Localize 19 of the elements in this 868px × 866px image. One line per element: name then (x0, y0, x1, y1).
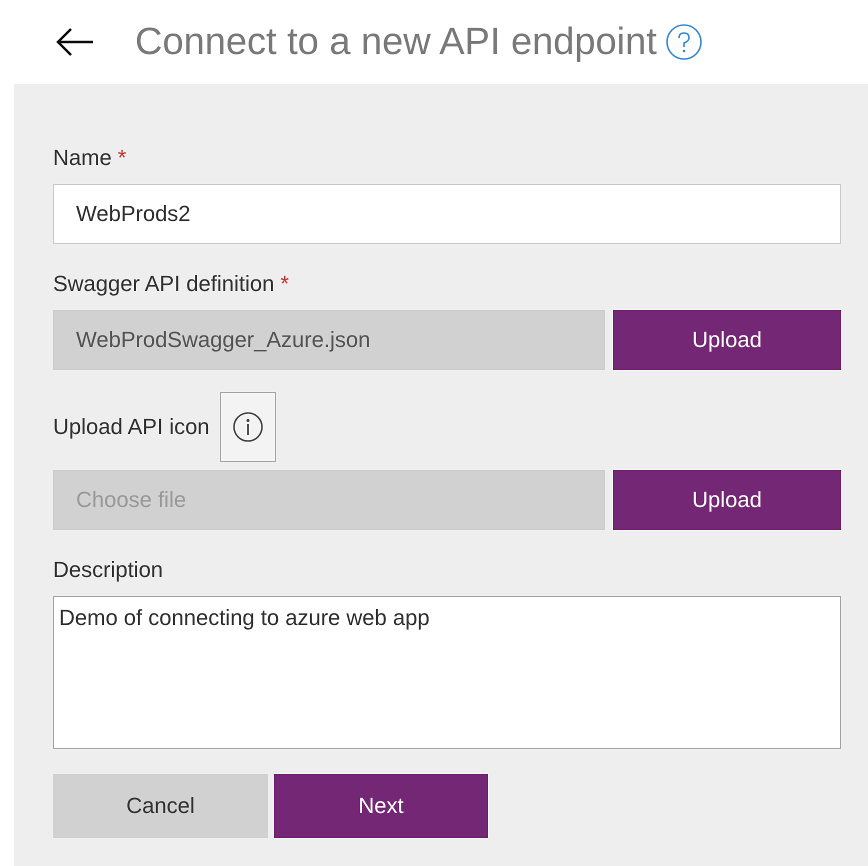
field-label: Swagger API definition (53, 271, 274, 297)
description-field[interactable]: Demo of connecting to azure web app (53, 596, 841, 749)
page-title: Connect to a new API endpoint (135, 20, 657, 64)
cancel-button[interactable]: Cancel (53, 774, 268, 838)
upload-button[interactable]: Upload (613, 470, 841, 530)
info-button[interactable] (220, 392, 276, 462)
file-field[interactable]: WebProdSwagger_Azure.json (53, 310, 605, 370)
next-button[interactable]: Next (274, 774, 488, 838)
help-icon[interactable] (664, 23, 703, 61)
field-label: Upload API icon (53, 414, 210, 440)
info-icon (232, 411, 264, 443)
upload-button[interactable]: Upload (613, 310, 841, 370)
field-label: Name (53, 145, 112, 171)
field-label: Description (53, 557, 164, 583)
file-field[interactable]: Choose file (53, 470, 605, 530)
name-field[interactable]: WebProds2 (53, 184, 841, 244)
required-mark: * (280, 271, 289, 297)
back-arrow-icon[interactable] (55, 27, 95, 57)
required-mark: * (118, 145, 126, 171)
